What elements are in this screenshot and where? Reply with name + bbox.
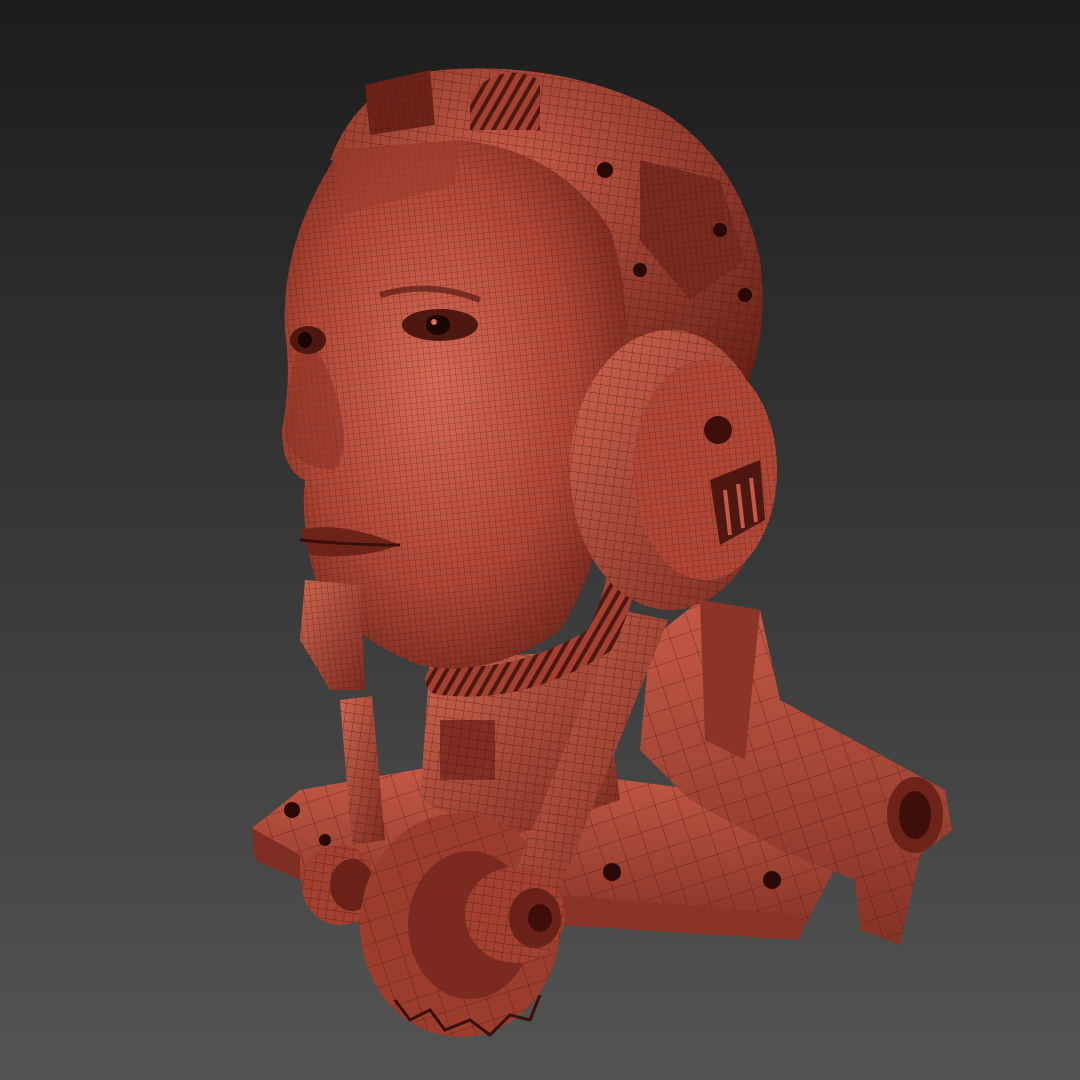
3d-viewport[interactable] <box>0 0 1080 1080</box>
viewport-render <box>0 0 1080 1080</box>
